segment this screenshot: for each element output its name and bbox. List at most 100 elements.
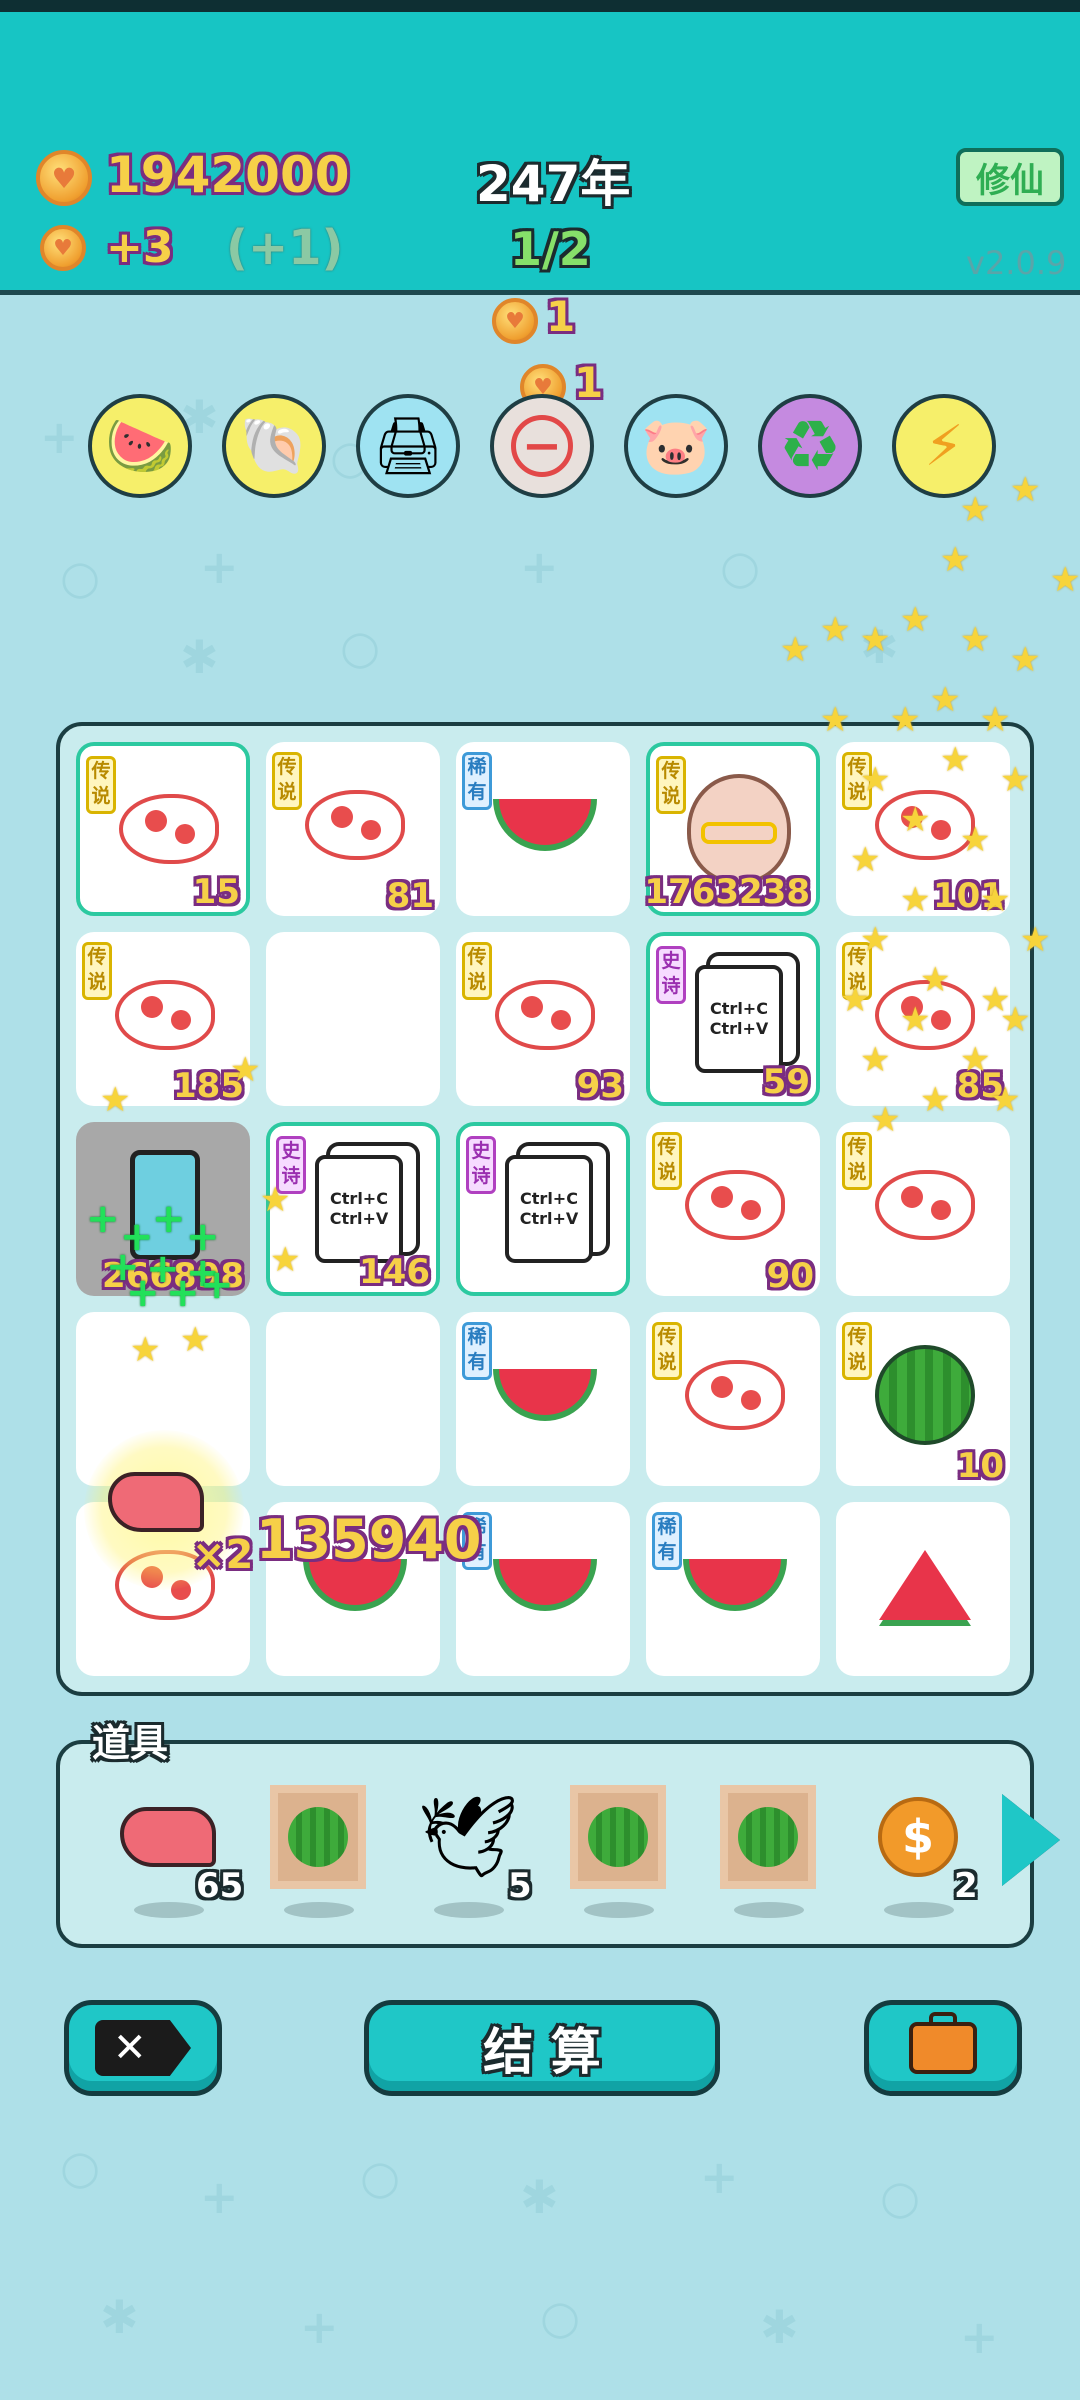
board-tile[interactable]: 传说 — [646, 1312, 820, 1486]
item-count: 5 — [508, 1866, 532, 1906]
board-tile[interactable] — [836, 1502, 1010, 1676]
star-particle: ★ — [860, 620, 891, 660]
board-tile[interactable]: 稀有 — [646, 1502, 820, 1676]
item-count: 2 — [954, 1866, 978, 1906]
board-tile[interactable]: 传说 90 — [646, 1122, 820, 1296]
top-status-bar: ♥ 1942000 ♥ +3 (+1) 247年 1/2 修仙 v2.0.9 — [0, 0, 1080, 295]
shell-icon: 🐚 — [239, 414, 309, 479]
board-tile[interactable]: 史诗 Ctrl+C Ctrl+V — [456, 1122, 630, 1296]
board-tile[interactable]: 传说 15 — [76, 742, 250, 916]
settle-button[interactable]: 结 算 — [364, 2000, 720, 2096]
koi-fish-icon — [490, 960, 600, 1070]
star-particle: ★ — [900, 800, 931, 840]
star-particle: ★ — [900, 600, 931, 640]
briefcase-icon — [909, 2012, 977, 2074]
plus-particle: + — [86, 1196, 120, 1242]
item-shadow — [734, 1902, 804, 1918]
items-title: 道具 — [92, 1721, 169, 1765]
minus-coin-icon: − — [511, 415, 573, 477]
star-particle: ★ — [860, 1040, 891, 1080]
rarity-tag: 稀有 — [652, 1512, 682, 1570]
empty-slot — [300, 960, 410, 1070]
relic-lightning[interactable]: ⚡ — [892, 394, 996, 498]
star-particle: ★ — [960, 490, 991, 530]
delete-tag-icon: ✕ — [95, 2020, 191, 2076]
piggy-bank-icon: 🐷 — [641, 414, 711, 479]
star-particle: ★ — [230, 1050, 261, 1090]
item-goose[interactable]: 🕊 — [417, 1782, 519, 1892]
relic-minus[interactable]: − — [490, 394, 594, 498]
board-tile[interactable]: 稀有 — [456, 1502, 630, 1676]
rarity-tag: 传说 — [652, 1322, 682, 1380]
rarity-tag: 传说 — [462, 942, 492, 1000]
tile-value: 90 — [766, 1256, 814, 1296]
copy-paste-card-icon: Ctrl+C Ctrl+V — [684, 964, 794, 1074]
relic-printer[interactable]: 🖨 — [356, 394, 460, 498]
items-next-arrow-icon[interactable] — [1002, 1794, 1060, 1886]
star-particle: ★ — [920, 960, 951, 1000]
recycle-icon: ♻ — [778, 405, 842, 487]
gold-total: 1942000 — [106, 146, 350, 204]
watermelon-slice-icon — [490, 1340, 600, 1450]
income-bonus: (+1) — [226, 220, 344, 276]
remove-button[interactable]: ✕ — [64, 2000, 222, 2096]
board-tile[interactable]: 传说 81 — [266, 742, 440, 916]
star-particle: ★ — [900, 880, 931, 920]
lightning-icon: ⚡ — [924, 413, 964, 479]
plus-particle: + — [126, 1270, 160, 1316]
relic-fruit-basket[interactable]: 🍉 — [88, 394, 192, 498]
tile-value: 81 — [386, 876, 434, 916]
empty-slot — [300, 1340, 410, 1450]
plus-particle: + — [166, 1270, 200, 1316]
liver-icon — [120, 1807, 216, 1867]
year-counter: 247年 — [476, 155, 631, 213]
tile-value: 1763238 — [644, 872, 810, 912]
framed-melon-icon — [270, 1785, 366, 1889]
coin-popup: 1 — [546, 292, 576, 341]
relic-shell[interactable]: 🐚 — [222, 394, 326, 498]
relic-recycle[interactable]: ♻ — [758, 394, 862, 498]
rarity-tag: 稀有 — [462, 1322, 492, 1380]
star-particle: ★ — [1050, 560, 1080, 600]
item-framed-melon[interactable] — [718, 1782, 818, 1892]
cultivation-mode-button[interactable]: 修仙 — [956, 148, 1064, 206]
board-tile[interactable]: 传说 10 — [836, 1312, 1010, 1486]
popup-coin-icon: ♥ — [492, 298, 538, 344]
koi-fish-icon — [870, 1150, 980, 1260]
star-particle: ★ — [940, 540, 971, 580]
fruit-basket-icon: 🍉 — [105, 414, 175, 479]
item-dollar-coin[interactable]: $ — [868, 1782, 968, 1892]
star-particle: ★ — [850, 840, 881, 880]
board-tile[interactable] — [266, 1312, 440, 1486]
board-tile[interactable]: 稀有 — [456, 1312, 630, 1486]
item-framed-melon[interactable] — [568, 1782, 668, 1892]
gold-coin-icon: ♥ — [36, 150, 92, 206]
board-tile[interactable]: 传说 — [836, 1122, 1010, 1296]
star-particle: ★ — [1010, 640, 1041, 680]
whole-watermelon-icon — [870, 1340, 980, 1450]
tile-value: 15 — [192, 872, 240, 912]
item-count: 65 — [196, 1866, 244, 1906]
watermelon-slice-icon — [490, 770, 600, 880]
star-particle: ★ — [870, 1100, 901, 1140]
star-particle: ★ — [180, 1320, 211, 1360]
koi-fish-icon — [114, 774, 224, 884]
board-tile[interactable]: 史诗 Ctrl+C Ctrl+V 59 — [646, 932, 820, 1106]
board-tile[interactable]: 传说 1763238 — [644, 742, 820, 916]
star-particle: ★ — [890, 700, 921, 740]
star-particle: ★ — [130, 1330, 161, 1370]
plus-particle: + — [200, 1262, 234, 1308]
star-particle: ★ — [960, 1040, 991, 1080]
goose-icon: 🕊 — [417, 1790, 519, 1883]
tile-value: 146 — [359, 1252, 430, 1292]
relic-piggy-bank[interactable]: 🐷 — [624, 394, 728, 498]
item-framed-melon[interactable] — [268, 1782, 368, 1892]
board-tile[interactable]: 传说 93 — [456, 932, 630, 1106]
inventory-button[interactable] — [864, 2000, 1022, 2096]
status-bar-strip — [0, 0, 1080, 12]
item-shadow — [584, 1902, 654, 1918]
income-coin-icon: ♥ — [40, 225, 86, 271]
item-shadow — [134, 1902, 204, 1918]
board-tile[interactable] — [266, 932, 440, 1106]
board-tile[interactable]: 稀有 — [456, 742, 630, 916]
